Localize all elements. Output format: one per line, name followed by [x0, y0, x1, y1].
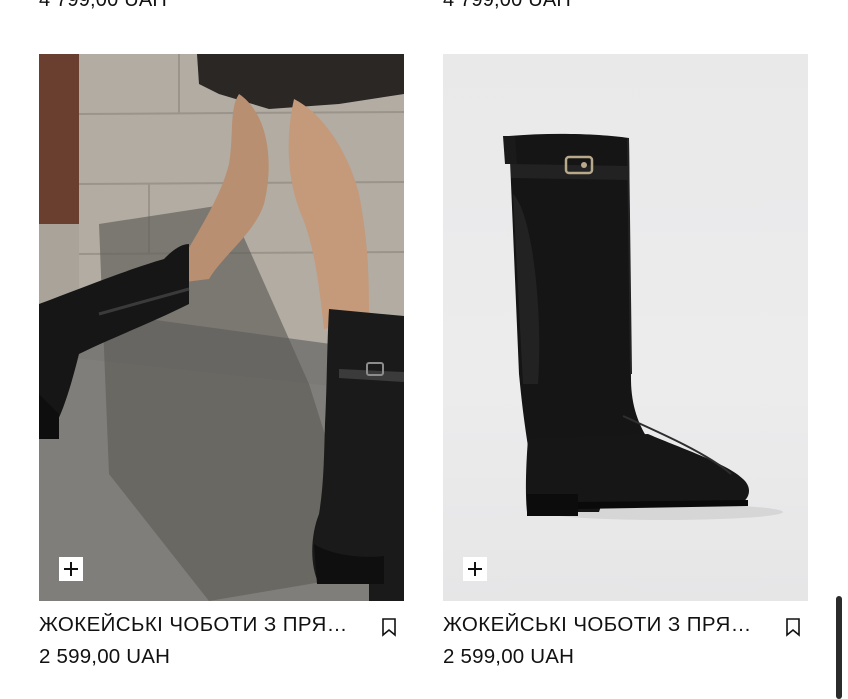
- add-to-cart-button[interactable]: [463, 557, 487, 581]
- add-to-cart-button[interactable]: [59, 557, 83, 581]
- plus-icon: [64, 562, 78, 576]
- product-info: ЖОКЕЙСЬКІ ЧОБОТИ З ПРЯ… 2 599,00 UAH: [443, 601, 808, 671]
- boot-studio-image: [503, 133, 783, 520]
- product-image[interactable]: [39, 54, 404, 601]
- product-info: ЖОКЕЙСЬКІ ЧОБОТИ З ПРЯ… 2 599,00 UAH: [39, 601, 404, 671]
- product-price: 2 599,00 UAH: [39, 645, 171, 668]
- plus-icon: [468, 562, 482, 576]
- product-name[interactable]: ЖОКЕЙСЬКІ ЧОБОТИ З ПРЯ…: [39, 613, 359, 637]
- previous-product-price: 4 799,00 UAH: [39, 0, 168, 11]
- product-price: 2 599,00 UAH: [443, 645, 575, 668]
- product-grid-page: 4 799,00 UAH 4 799,00 UAH ЖОКЕЙСЬКІ ЧОБО…: [0, 0, 848, 699]
- bookmark-icon[interactable]: [380, 617, 398, 637]
- bookmark-icon[interactable]: [784, 617, 802, 637]
- previous-product-price: 4 799,00 UAH: [443, 0, 572, 11]
- product-card[interactable]: ЖОКЕЙСЬКІ ЧОБОТИ З ПРЯ… 2 599,00 UAH: [39, 54, 404, 671]
- product-name[interactable]: ЖОКЕЙСЬКІ ЧОБОТИ З ПРЯ…: [443, 613, 763, 637]
- product-card[interactable]: ЖОКЕЙСЬКІ ЧОБОТИ З ПРЯ… 2 599,00 UAH: [443, 54, 808, 671]
- model-walking-image: [39, 54, 404, 601]
- scrollbar[interactable]: [836, 596, 842, 699]
- product-image[interactable]: [443, 54, 808, 601]
